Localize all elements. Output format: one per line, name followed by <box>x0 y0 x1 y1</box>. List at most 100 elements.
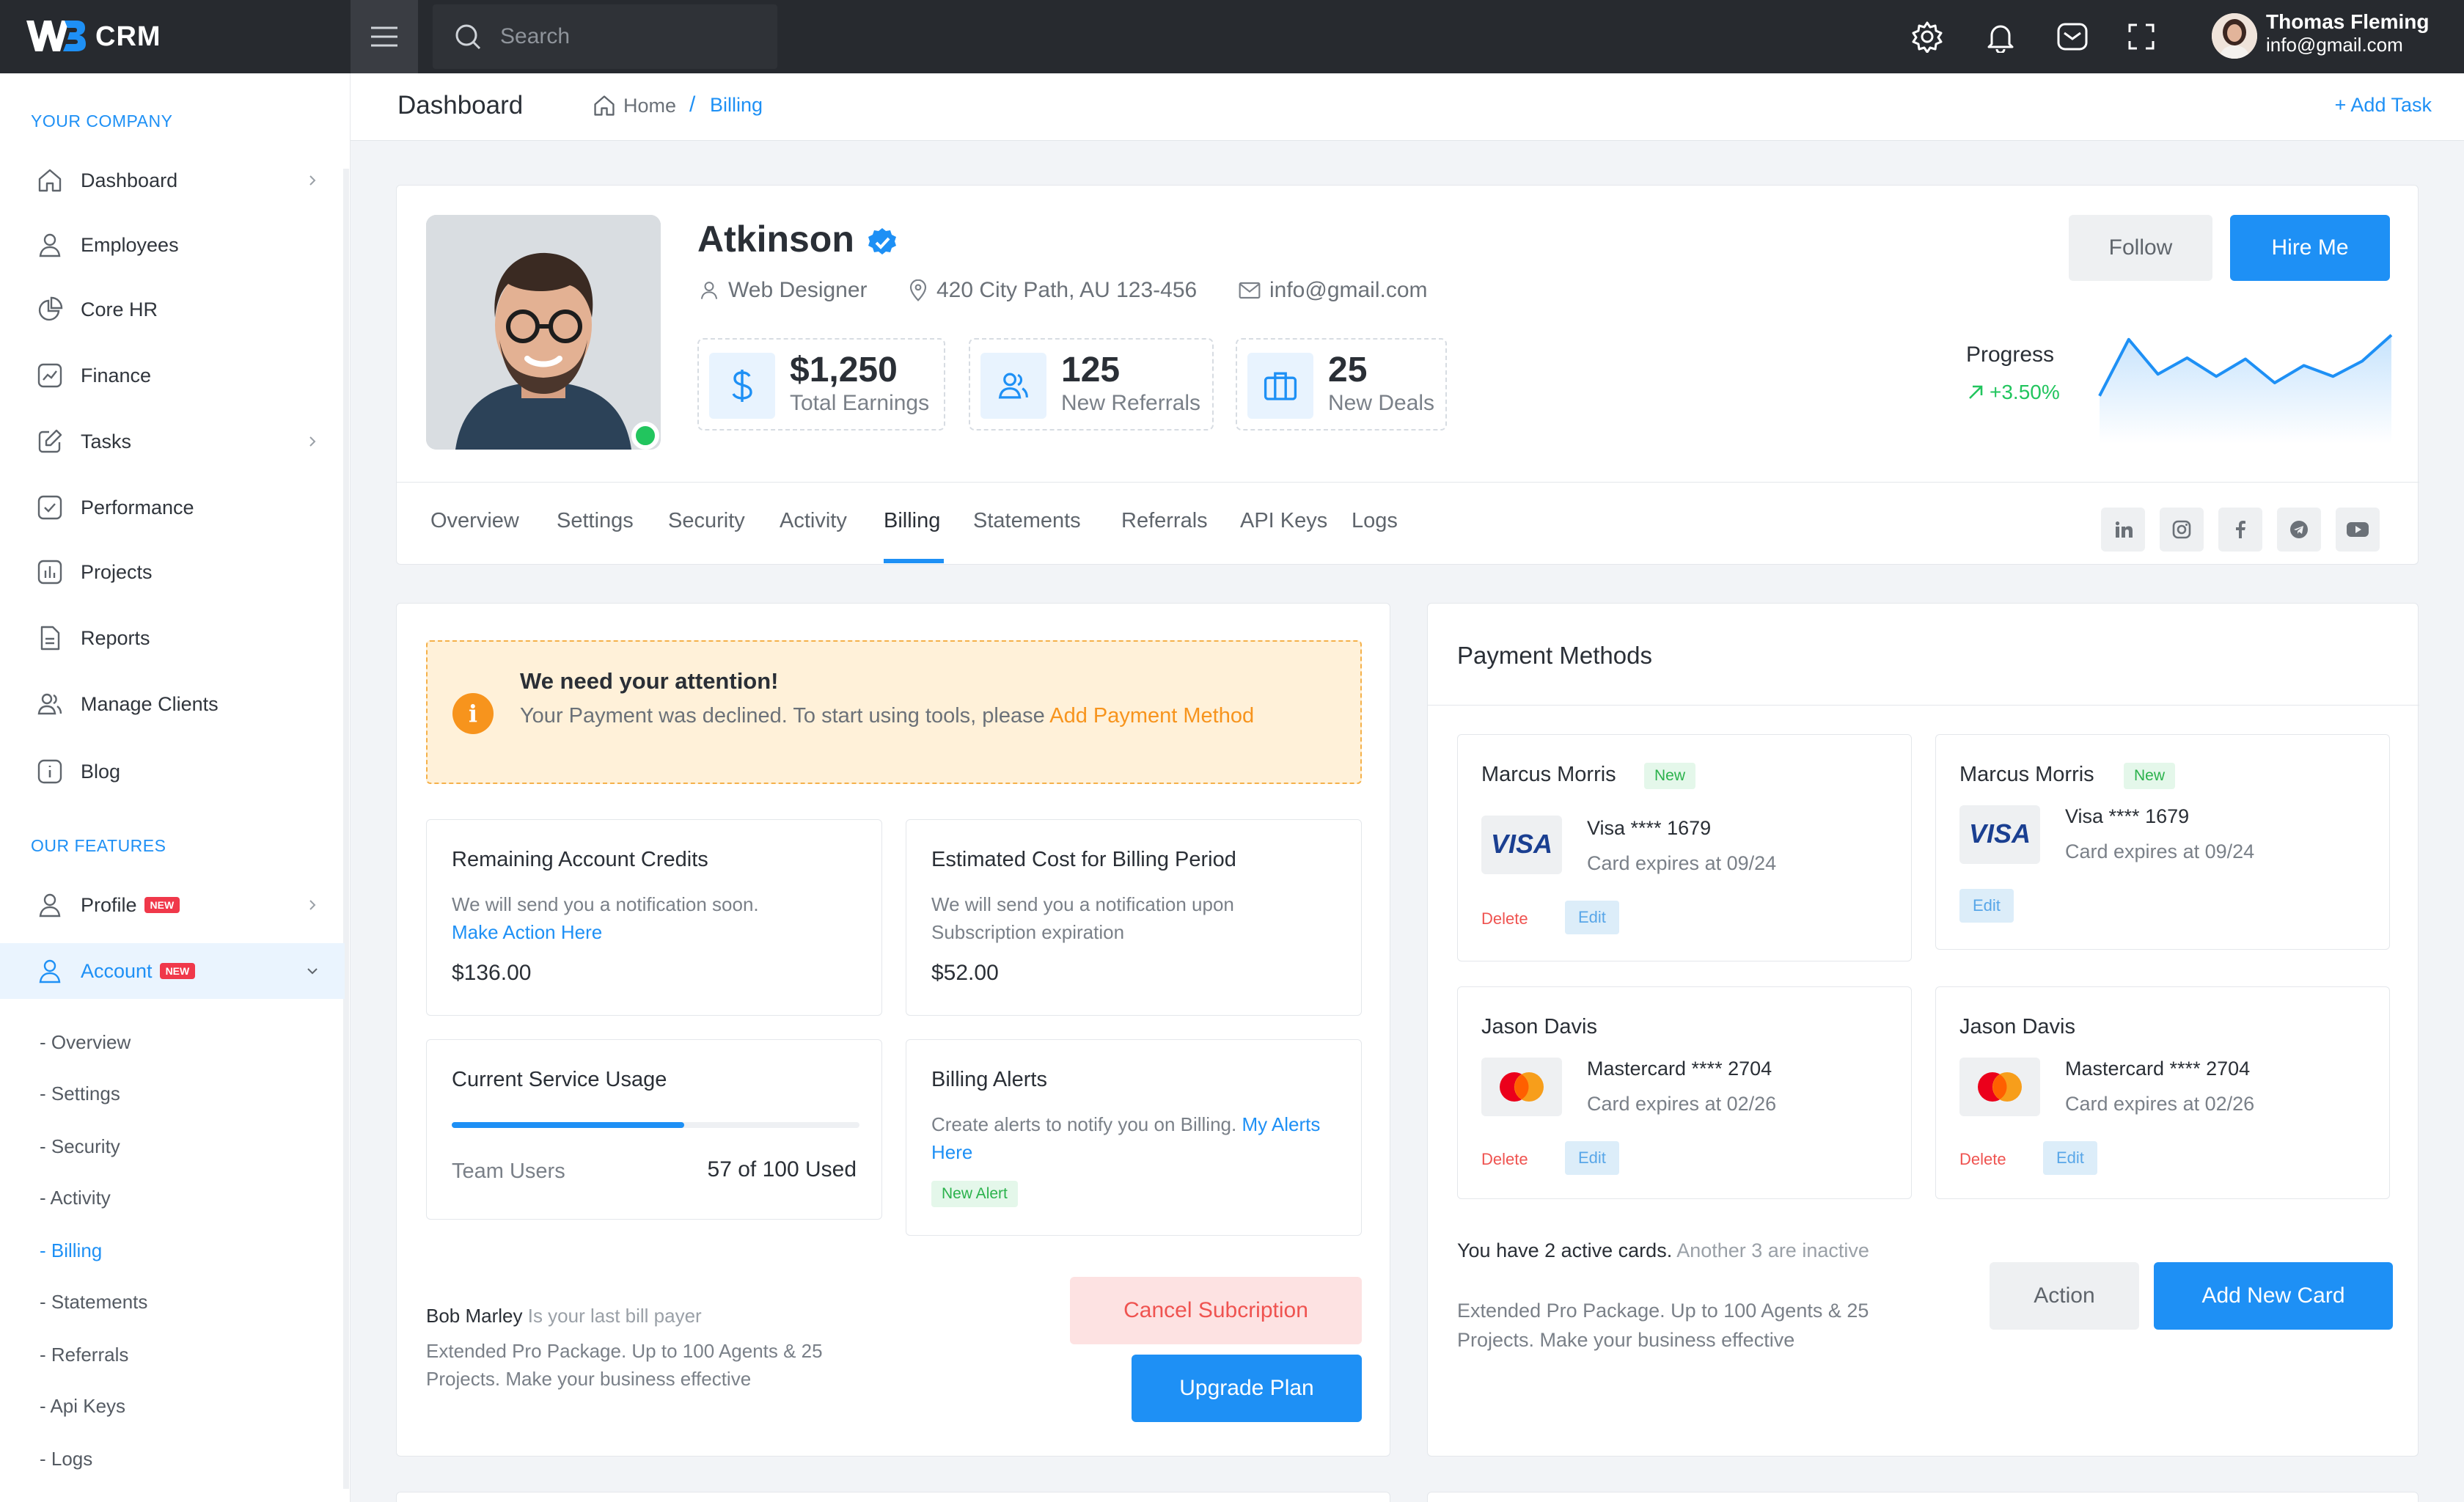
payment-card-mastercard: Jason Davis Mastercard **** 2704 Card ex… <box>1457 986 1912 1199</box>
sidebar-item-dashboard[interactable]: Dashboard <box>0 153 345 208</box>
fullscreen-button[interactable] <box>2124 19 2159 54</box>
sidebar-item-employees[interactable]: Employees <box>0 217 345 273</box>
progress-label: Progress <box>1966 342 2055 367</box>
action-button[interactable]: Action <box>1990 1262 2139 1330</box>
settings-icon <box>1912 21 1943 53</box>
edit-card-button[interactable]: Edit <box>1959 889 2014 923</box>
check-square-icon <box>35 493 65 522</box>
verified-badge-icon <box>868 228 896 254</box>
sidebar-item-label: Projects <box>81 560 153 583</box>
sidebar-item-label: Finance <box>81 364 152 387</box>
tab-referrals[interactable]: Referrals <box>1121 509 1208 533</box>
submenu-security[interactable]: - Security <box>40 1135 120 1158</box>
delete-card-button[interactable]: Delete <box>1959 1150 2006 1169</box>
sidebar-item-label: Core HR <box>81 298 158 320</box>
sidebar-item-account[interactable]: Account NEW <box>0 943 345 999</box>
make-action-link[interactable]: Make Action Here <box>452 921 602 943</box>
sidebar-item-projects[interactable]: Projects <box>0 544 345 600</box>
stat-value: 25 <box>1328 351 1368 389</box>
edit-card-button[interactable]: Edit <box>2043 1141 2097 1175</box>
add-new-card-button[interactable]: Add New Card <box>2154 1262 2393 1330</box>
sidebar-item-tasks[interactable]: Tasks <box>0 414 345 469</box>
chevron-right-icon <box>309 175 316 186</box>
stat-new-referrals: 125 New Referrals <box>969 338 1214 431</box>
package-description: Extended Pro Package. Up to 100 Agents &… <box>1457 1300 1869 1351</box>
profile-card: Atkinson Web Designer 420 City Path, AU … <box>396 185 2419 565</box>
cancel-subscription-button[interactable]: Cancel Subcription <box>1070 1277 1362 1344</box>
menu-toggle-button[interactable] <box>351 0 418 73</box>
tab-api-keys[interactable]: API Keys <box>1240 509 1327 533</box>
logo-mark-icon <box>26 21 86 51</box>
user-icon <box>35 230 65 260</box>
alerts-text: Create alerts to notify you on Billing. <box>931 1113 1237 1135</box>
stat-total-earnings: $1,250 Total Earnings <box>697 338 945 431</box>
submenu-logs[interactable]: - Logs <box>40 1448 92 1470</box>
edit-card-button[interactable]: Edit <box>1565 901 1619 934</box>
add-payment-method-link[interactable]: Add Payment Method <box>1049 704 1254 728</box>
add-task-link[interactable]: + Add Task <box>2335 94 2432 117</box>
tab-settings[interactable]: Settings <box>557 509 634 533</box>
card-number: Visa **** 1679 <box>1587 817 1712 839</box>
submenu-settings[interactable]: - Settings <box>40 1082 120 1105</box>
linkedin-button[interactable] <box>2101 508 2145 552</box>
alerts-title: Billing Alerts <box>931 1068 1047 1091</box>
user-avatar[interactable] <box>2212 13 2257 59</box>
mail-icon <box>1239 282 1261 299</box>
messages-button[interactable] <box>2055 19 2090 54</box>
payer-text: Is your last bill payer <box>527 1305 702 1327</box>
sidebar-item-label: Employees <box>81 233 179 256</box>
breadcrumb-home-link[interactable]: Home <box>593 94 676 117</box>
sidebar-item-label: Tasks <box>81 430 132 453</box>
tab-overview[interactable]: Overview <box>430 509 519 533</box>
tab-logs[interactable]: Logs <box>1352 509 1398 533</box>
instagram-button[interactable] <box>2160 508 2204 552</box>
tab-security[interactable]: Security <box>668 509 745 533</box>
submenu-activity[interactable]: - Activity <box>40 1187 111 1209</box>
sidebar-item-manage-clients[interactable]: Manage Clients <box>0 676 345 732</box>
follow-button[interactable]: Follow <box>2069 215 2212 281</box>
users-icon <box>980 353 1046 419</box>
sidebar-item-reports[interactable]: Reports <box>0 610 345 666</box>
profile-email[interactable]: info@gmail.com <box>1239 278 1428 303</box>
notifications-button[interactable] <box>1983 19 2018 54</box>
user-icon <box>700 282 718 299</box>
card-number: Mastercard **** 2704 <box>1587 1058 1772 1080</box>
payment-methods-card: Payment Methods Marcus Morris New VISA V… <box>1427 603 2419 1457</box>
home-icon <box>594 95 615 116</box>
sidebar-item-blog[interactable]: Blog <box>0 744 345 799</box>
youtube-button[interactable] <box>2336 508 2380 552</box>
hire-me-button[interactable]: Hire Me <box>2230 215 2390 281</box>
facebook-button[interactable] <box>2218 508 2262 552</box>
submenu-overview[interactable]: - Overview <box>40 1031 131 1054</box>
tab-billing[interactable]: Billing <box>884 509 940 533</box>
submenu-statements[interactable]: - Statements <box>40 1291 147 1314</box>
stat-new-deals: 25 New Deals <box>1236 338 1447 431</box>
sidebar-item-performance[interactable]: Performance <box>0 480 345 535</box>
logo[interactable]: CRM <box>25 16 161 57</box>
attention-text-block: Your Payment was declined. To start usin… <box>520 700 1283 732</box>
submenu-api-keys[interactable]: - Api Keys <box>40 1395 125 1418</box>
search-input[interactable]: Search <box>433 4 777 69</box>
sidebar-item-profile[interactable]: Profile NEW <box>0 877 345 933</box>
estimate-title: Estimated Cost for Billing Period <box>931 848 1236 871</box>
delete-card-button[interactable]: Delete <box>1481 909 1528 928</box>
edit-card-button[interactable]: Edit <box>1565 1141 1619 1175</box>
upgrade-plan-button[interactable]: Upgrade Plan <box>1132 1355 1362 1422</box>
usage-progress-fill <box>452 1122 684 1128</box>
tab-activity[interactable]: Activity <box>780 509 847 533</box>
sidebar-item-finance[interactable]: Finance <box>0 348 345 403</box>
telegram-button[interactable] <box>2277 508 2321 552</box>
last-bill-payer: Bob Marley Is your last bill payer <box>426 1305 702 1327</box>
settings-button[interactable] <box>1910 19 1945 54</box>
estimate-value: $52.00 <box>931 961 999 985</box>
delete-card-button[interactable]: Delete <box>1481 1150 1528 1169</box>
submenu-billing[interactable]: - Billing <box>40 1239 102 1262</box>
search-icon <box>455 24 481 50</box>
user-name[interactable]: Thomas Fleming <box>2266 10 2429 34</box>
tab-statements[interactable]: Statements <box>973 509 1081 533</box>
submenu-referrals[interactable]: - Referrals <box>40 1344 128 1366</box>
new-alert-button[interactable]: New Alert <box>931 1181 1018 1207</box>
stat-value: 125 <box>1061 351 1121 389</box>
sidebar-item-core-hr[interactable]: Core HR <box>0 282 345 337</box>
active-cards-count: You have 2 active cards. <box>1457 1239 1673 1261</box>
